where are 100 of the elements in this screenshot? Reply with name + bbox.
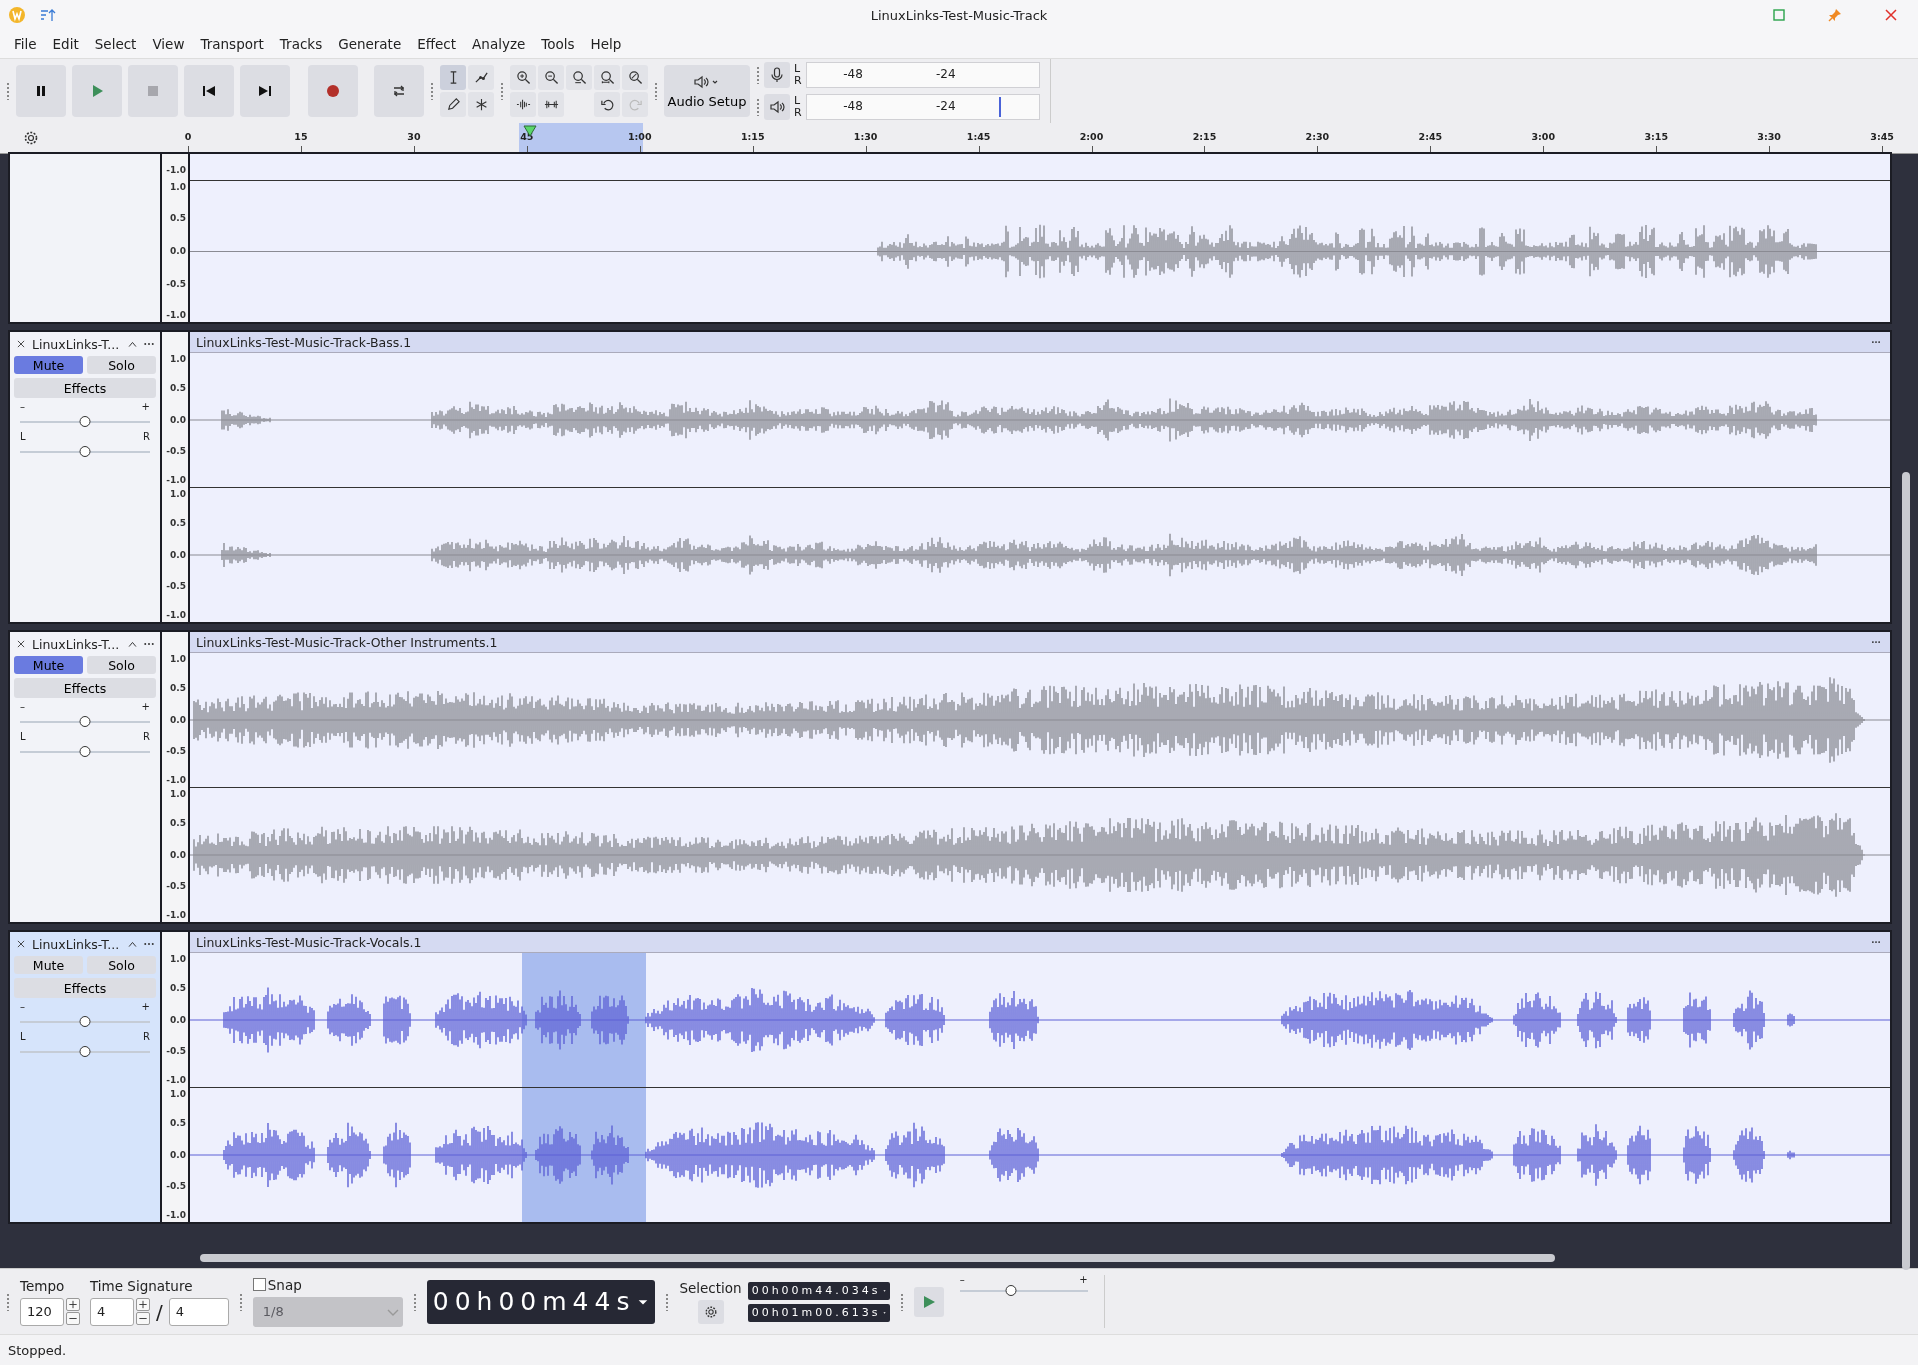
fit-project-button[interactable] <box>594 65 620 90</box>
effects-button[interactable]: Effects <box>14 678 156 698</box>
time-signature-label: Time Signature <box>90 1277 194 1294</box>
solo-button[interactable]: Solo <box>87 956 156 974</box>
selection-start-field[interactable]: 00h00m44.034s <box>747 1281 890 1300</box>
trim-outside-icon <box>515 97 531 112</box>
amplitude-label: -1.0 <box>166 610 186 621</box>
vertical-scrollbar[interactable] <box>1902 472 1910 1270</box>
record-meter-button[interactable] <box>764 62 790 88</box>
slider[interactable] <box>20 746 150 758</box>
playback-meter-button[interactable] <box>764 94 790 120</box>
window-title: LinuxLinks-Test-Music-Track <box>870 7 1048 23</box>
time-label: 3:15 <box>1644 131 1669 142</box>
track-header[interactable]: LinuxLinks-T... Mute Solo Effects – + L R <box>10 332 160 622</box>
beats-field[interactable]: 4 <box>90 1297 134 1326</box>
skip-to-start-icon <box>201 83 217 99</box>
tempo-field[interactable]: 120 <box>20 1297 64 1326</box>
slider[interactable] <box>20 446 150 458</box>
pencil-button[interactable] <box>440 92 466 117</box>
slider-min-label: L <box>20 432 26 442</box>
amplitude-label: 1.0 <box>170 182 186 193</box>
pause-button[interactable] <box>16 65 66 117</box>
multi-tool-button[interactable] <box>468 92 494 117</box>
slider[interactable] <box>20 1046 150 1058</box>
track-header[interactable]: LinuxLinks-T... Mute Solo Effects – + L R <box>10 932 160 1222</box>
fit-selection-button[interactable] <box>566 65 592 90</box>
mute-button[interactable]: Mute <box>14 656 83 674</box>
zoom-out-button[interactable] <box>538 65 564 90</box>
mute-button[interactable]: Mute <box>14 356 83 374</box>
amplitude-label: -0.5 <box>166 580 186 591</box>
audio-setup-button[interactable]: Audio Setup <box>664 65 750 117</box>
skip-to-end-button[interactable] <box>240 65 290 117</box>
horizontal-scrollbar[interactable] <box>200 1254 1555 1262</box>
menu-item[interactable]: File <box>6 33 45 55</box>
menu-item[interactable]: Transport <box>192 33 272 55</box>
slider-thumb[interactable] <box>1005 1285 1017 1296</box>
slider[interactable] <box>959 1285 1088 1297</box>
mute-button[interactable]: Mute <box>14 956 83 974</box>
track-header[interactable]: LinuxLinks-T... Mute Solo Effects – + L R <box>10 632 160 922</box>
amplitude-label: 0.0 <box>170 414 186 425</box>
track-name[interactable]: LinuxLinks-T... <box>32 936 123 952</box>
slider-max-label: + <box>141 1002 150 1012</box>
skip-to-start-button[interactable] <box>184 65 234 117</box>
menu-item[interactable]: Generate <box>330 33 410 55</box>
play-at-speed-button[interactable] <box>913 1286 944 1317</box>
slider-thumb[interactable] <box>79 716 91 727</box>
track-name[interactable]: LinuxLinks-T... <box>32 336 123 352</box>
solo-button[interactable]: Solo <box>87 656 156 674</box>
menu-item[interactable]: Tracks <box>271 33 331 55</box>
slider[interactable] <box>20 1016 150 1028</box>
clip-title-bar[interactable]: LinuxLinks-Test-Music-Track-Other Instruments.1 <box>190 632 1890 653</box>
menu-item[interactable]: View <box>144 33 193 55</box>
text-cursor-button[interactable] <box>440 65 466 90</box>
slider-max-label: R <box>143 432 150 442</box>
zoom-in-button[interactable] <box>510 65 536 90</box>
amplitude-label: 0.0 <box>170 246 186 256</box>
slider-thumb[interactable] <box>79 1016 91 1027</box>
slider[interactable] <box>20 416 150 428</box>
effects-button[interactable]: Effects <box>14 978 156 998</box>
snap-checkbox[interactable]: Snap <box>252 1276 403 1293</box>
solo-button[interactable]: Solo <box>87 356 156 374</box>
menu-item[interactable]: Edit <box>44 33 87 55</box>
menu-item[interactable]: Analyze <box>464 33 534 55</box>
track-name[interactable]: LinuxLinks-T... <box>32 636 123 652</box>
silence-selection-button[interactable] <box>538 92 564 117</box>
record-meter[interactable]: -48 -24 <box>805 62 1040 88</box>
slider-thumb[interactable] <box>79 746 91 757</box>
trim-outside-button[interactable] <box>510 92 536 117</box>
selection-end-field[interactable]: 00h01m00.613s <box>747 1303 890 1322</box>
time-label: 2:45 <box>1418 131 1443 142</box>
menu-item[interactable]: Tools <box>533 33 583 55</box>
plus-icon <box>66 1298 80 1311</box>
amplitude-label: -1.0 <box>166 475 186 486</box>
settings-button[interactable] <box>697 1299 724 1324</box>
amplitude-label: -0.5 <box>166 278 186 289</box>
record-button[interactable] <box>308 65 358 117</box>
menu-item[interactable]: Help <box>582 33 630 55</box>
time-display[interactable]: 00h00m44s <box>426 1279 656 1324</box>
clip-title-bar[interactable]: LinuxLinks-Test-Music-Track-Bass.1 <box>190 332 1890 353</box>
envelope-tool-button[interactable] <box>468 65 494 90</box>
menu-item[interactable]: Effect <box>409 33 465 55</box>
effects-button[interactable]: Effects <box>14 378 156 398</box>
settings-icon <box>703 1304 718 1319</box>
slider-thumb[interactable] <box>79 416 91 427</box>
slider-thumb[interactable] <box>79 446 91 457</box>
amplitude-label: 0.5 <box>170 818 186 829</box>
track-header[interactable] <box>10 154 160 322</box>
beat-unit-field[interactable]: 4 <box>168 1297 229 1326</box>
channel-background[interactable] <box>190 154 1890 181</box>
slider-thumb[interactable] <box>79 1046 91 1057</box>
zoom-toggle-button[interactable] <box>622 65 648 90</box>
slider[interactable] <box>20 716 150 728</box>
playback-meter[interactable]: -48 -24 <box>805 94 1040 120</box>
clip-title-bar[interactable]: LinuxLinks-Test-Music-Track-Vocals.1 <box>190 932 1890 953</box>
amplitude-label: 1.0 <box>170 788 186 799</box>
meter-tick-label: -24 <box>936 67 956 81</box>
channel-label: R <box>794 75 802 87</box>
undo-button[interactable] <box>594 92 620 117</box>
tempo-label: Tempo <box>20 1277 66 1294</box>
menu-item[interactable]: Select <box>86 33 145 55</box>
